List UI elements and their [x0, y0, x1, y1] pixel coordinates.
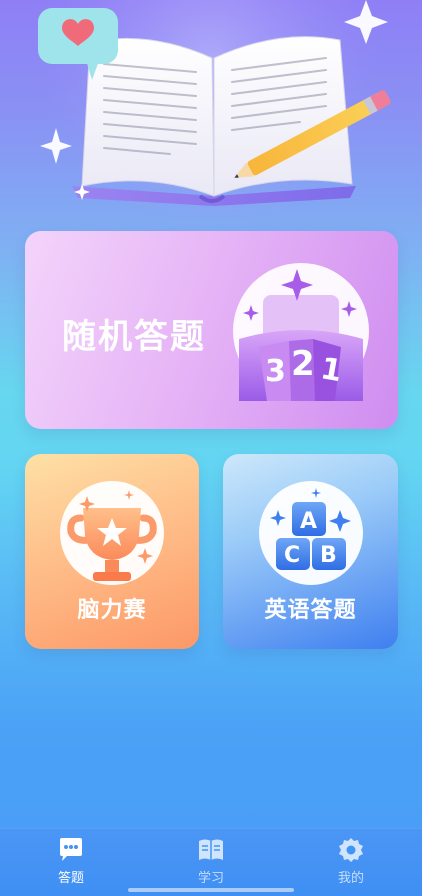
tab-mine[interactable]: 我的	[311, 837, 391, 886]
svg-text:A: A	[300, 509, 317, 534]
svg-text:B: B	[320, 543, 337, 568]
trophy-icon	[60, 481, 164, 585]
tab-quiz[interactable]: 答题	[31, 837, 111, 886]
tab-study-label: 学习	[197, 871, 224, 886]
svg-text:C: C	[284, 543, 300, 568]
home-indicator	[128, 888, 294, 892]
book-icon	[199, 839, 223, 860]
random-quiz-card[interactable]: 随机答题 3 2 1	[25, 231, 398, 429]
abc-blocks-icon: A C B	[259, 481, 363, 585]
english-quiz-card[interactable]: A C B 英语答题	[223, 454, 398, 649]
open-book-illustration	[38, 0, 391, 218]
gear-icon	[339, 838, 363, 862]
brain-race-label: 脑力赛	[77, 598, 147, 623]
svg-text:3: 3	[265, 354, 286, 389]
svg-text:2: 2	[291, 344, 315, 384]
tab-study[interactable]: 学习	[171, 837, 251, 886]
chat-icon	[60, 838, 82, 861]
english-quiz-label: 英语答题	[264, 598, 357, 623]
bottom-tab-bar: 答题 学习 我的	[0, 828, 422, 896]
hero-banner	[0, 0, 422, 218]
tab-mine-label: 我的	[337, 871, 364, 886]
dice-cards-icon: 3 2 1	[233, 263, 369, 401]
random-quiz-title: 随机答题	[62, 317, 206, 357]
tab-quiz-label: 答题	[57, 871, 84, 886]
brain-race-card[interactable]: 脑力赛	[25, 454, 199, 649]
